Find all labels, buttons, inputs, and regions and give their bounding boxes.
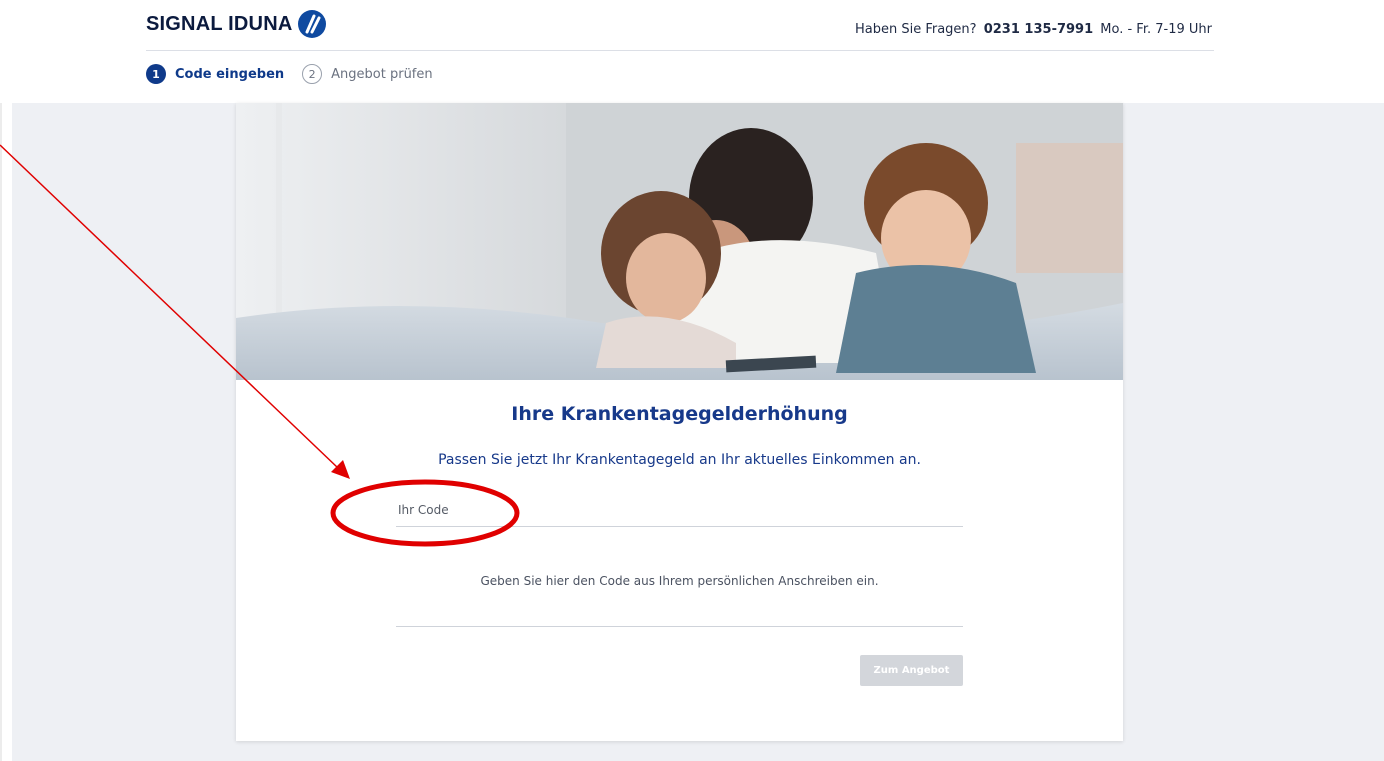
step-label: Angebot prüfen [331, 66, 433, 82]
contact-phone[interactable]: 0231 135-7991 [984, 22, 1093, 37]
step-number-badge: 2 [302, 64, 323, 84]
code-entry-card: Ihre Krankentagegelderhöhung Passen Sie … [236, 103, 1123, 741]
code-hint: Geben Sie hier den Code aus Ihrem persön… [480, 574, 879, 588]
logo-mark-icon [298, 10, 327, 38]
step-code-eingeben: 1 Code eingeben [146, 64, 284, 84]
page-title: Ihre Krankentagegelderhöhung [511, 403, 848, 425]
step-angebot-pruefen: 2 Angebot prüfen [302, 64, 433, 84]
contact-prefix: Haben Sie Fragen? [854, 22, 977, 37]
code-input[interactable] [396, 497, 963, 526]
hero-image-family [236, 103, 1123, 380]
form-divider [396, 626, 963, 627]
step-label: Code eingeben [175, 66, 285, 82]
header-divider [146, 50, 1214, 51]
logo-text: SIGNAL IDUNA [146, 12, 293, 35]
page-left-border [0, 0, 2, 761]
code-field[interactable]: Ihr Code [396, 497, 963, 527]
progress-steps: 1 Code eingeben 2 Angebot prüfen [146, 64, 451, 84]
zum-angebot-button[interactable]: Zum Angebot [860, 655, 963, 686]
page-subtitle: Passen Sie jetzt Ihr Krankentagegeld an … [438, 452, 921, 468]
contact-info: Haben Sie Fragen? 0231 135-7991 Mo. - Fr… [855, 22, 1212, 37]
contact-hours: Mo. - Fr. 7-19 Uhr [1100, 22, 1212, 37]
step-number-badge: 1 [146, 64, 166, 84]
site-header: SIGNAL IDUNA Haben Sie Fragen? 0231 135-… [0, 0, 1384, 103]
signal-iduna-logo[interactable]: SIGNAL IDUNA [146, 10, 327, 38]
